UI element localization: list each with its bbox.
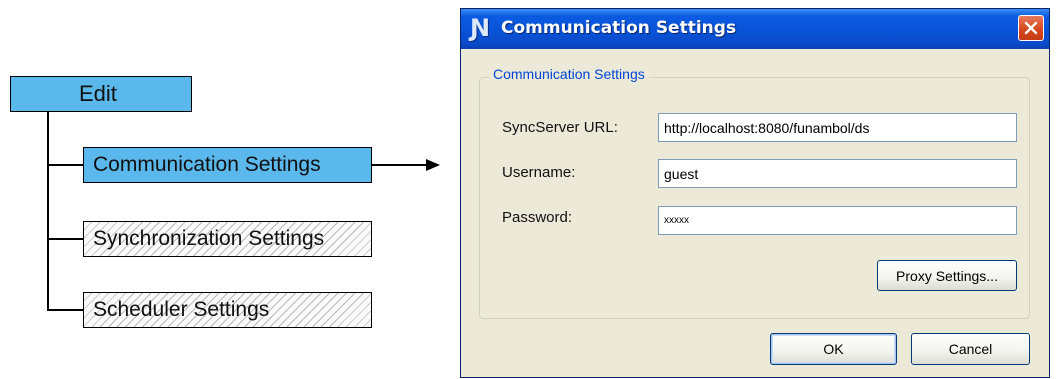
password-input[interactable] bbox=[658, 206, 1017, 235]
username-label: Username: bbox=[502, 164, 576, 181]
tree-item-scheduler-settings: Scheduler Settings bbox=[83, 292, 372, 328]
tree-trunk-line bbox=[47, 112, 49, 310]
group-title: Communication Settings bbox=[489, 66, 649, 82]
tree-item-label: Scheduler Settings bbox=[93, 298, 270, 321]
password-label: Password: bbox=[502, 209, 573, 226]
tree-root-label: Edit bbox=[79, 81, 117, 106]
username-input[interactable] bbox=[658, 159, 1017, 188]
tree-item-synchronization-settings: Synchronization Settings bbox=[83, 221, 372, 257]
tree-root-edit: Edit bbox=[10, 76, 192, 112]
tree-branch-line bbox=[47, 164, 83, 166]
close-button[interactable] bbox=[1018, 15, 1044, 41]
tree-item-label: Communication Settings bbox=[93, 153, 321, 176]
tree-branch-line bbox=[47, 238, 83, 240]
app-logo-icon: Ɲ bbox=[470, 14, 491, 42]
url-label: SyncServer URL: bbox=[502, 119, 618, 136]
communication-settings-dialog: Ɲ Communication Settings Communication S… bbox=[460, 8, 1050, 378]
proxy-settings-button[interactable]: Proxy Settings... bbox=[877, 260, 1017, 291]
dialog-title: Communication Settings bbox=[501, 18, 737, 38]
close-x-icon bbox=[1024, 21, 1038, 35]
dialog-titlebar[interactable]: Ɲ Communication Settings bbox=[461, 9, 1049, 49]
cancel-button[interactable]: Cancel bbox=[911, 333, 1030, 365]
tree-branch-line bbox=[47, 309, 83, 311]
syncserver-url-input[interactable] bbox=[658, 113, 1017, 142]
tree-item-label: Synchronization Settings bbox=[93, 227, 325, 250]
arrow-right-icon bbox=[372, 159, 440, 171]
tree-item-communication-settings: Communication Settings bbox=[83, 147, 372, 183]
ok-button[interactable]: OK bbox=[770, 333, 897, 365]
